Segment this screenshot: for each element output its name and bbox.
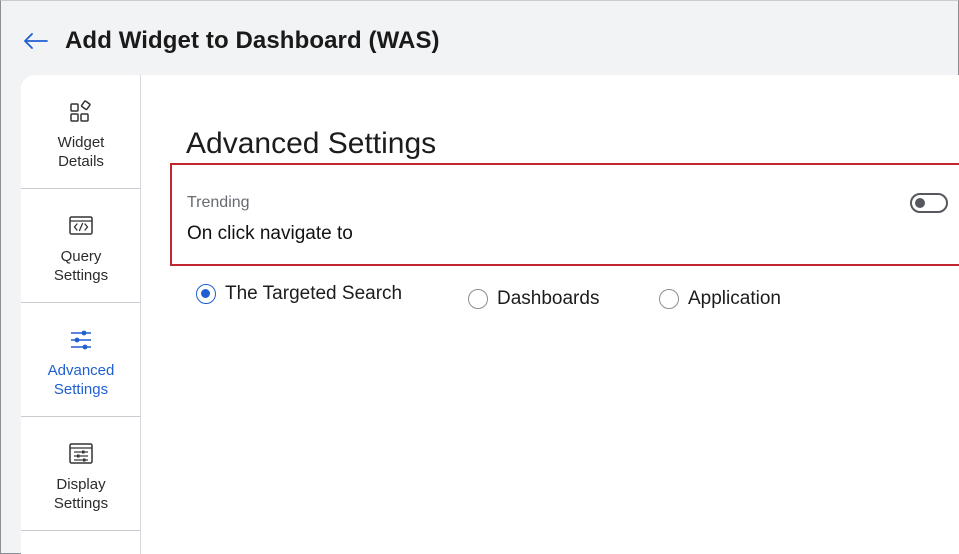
app-window: Add Widget to Dashboard (WAS) Widget Det… — [0, 0, 959, 554]
sidebar-item-label: Settings — [53, 495, 109, 512]
display-settings-icon — [68, 441, 94, 467]
radio-circle — [196, 284, 216, 304]
sidebar-item-widget-details[interactable]: Widget Details — [21, 75, 141, 189]
radio-label: Dashboards — [497, 288, 600, 309]
sidebar-item-label: Advanced — [47, 362, 115, 379]
on-click-navigate-label: On click navigate to — [187, 223, 353, 244]
back-button[interactable] — [21, 26, 51, 56]
trending-setting-row: Trending On click navigate to — [170, 163, 959, 266]
widget-shapes-icon — [68, 99, 94, 125]
radio-dashboards[interactable]: Dashboards — [468, 288, 599, 310]
sidebar-item-label: Settings — [53, 267, 109, 284]
sidebar-item-label: Settings — [53, 381, 109, 398]
arrow-left-icon — [24, 33, 48, 49]
sidebar-item-display-settings[interactable]: Display Settings — [21, 417, 141, 531]
trending-toggle[interactable] — [910, 193, 948, 213]
radio-label: Application — [688, 288, 781, 309]
page-header: Add Widget to Dashboard (WAS) — [21, 19, 440, 63]
page-title: Add Widget to Dashboard (WAS) — [65, 27, 440, 54]
sidebar-item-label: Query — [60, 248, 102, 265]
radio-circle — [659, 289, 679, 309]
sidebar-item-query-settings[interactable]: Query Settings — [21, 189, 141, 303]
radio-application[interactable]: Application — [659, 288, 781, 310]
radio-label: The Targeted Search — [225, 283, 403, 304]
section-title: Advanced Settings — [186, 127, 437, 160]
code-window-icon — [68, 213, 94, 239]
toggle-knob — [915, 198, 925, 208]
main-panel: Widget Details Query Settings Advanced S… — [21, 75, 959, 554]
sliders-icon — [68, 327, 94, 353]
radio-targeted-search[interactable]: The Targeted Search — [196, 283, 402, 305]
settings-content: Advanced Settings Trending On click navi… — [162, 75, 959, 554]
sidebar-item-label: Details — [58, 153, 104, 170]
sidebar-item-advanced-settings[interactable]: Advanced Settings — [21, 303, 141, 417]
trending-label: Trending — [187, 194, 250, 211]
radio-circle — [468, 289, 488, 309]
sidebar-item-label: Widget — [57, 134, 105, 151]
settings-sidebar: Widget Details Query Settings Advanced S… — [21, 75, 141, 554]
sidebar-item-label: Display — [56, 476, 106, 493]
